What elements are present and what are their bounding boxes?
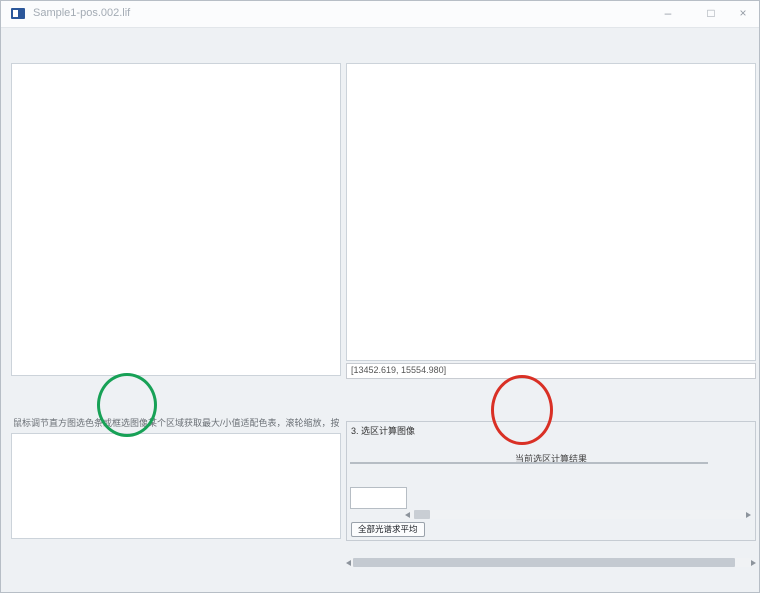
maximize-button[interactable]: □ <box>702 5 720 23</box>
heatmap-panel <box>11 63 341 376</box>
decay-panel <box>346 63 756 361</box>
bottom-scrollbar[interactable] <box>346 557 756 568</box>
scrollbar-thumb[interactable] <box>414 510 430 519</box>
average-all-spectra-button[interactable]: 全部光谱求平均 <box>351 522 425 537</box>
title-bar: Sample1-pos.002.lif – □ × <box>1 1 759 28</box>
app-icon <box>11 8 25 19</box>
scrollbar-thumb[interactable] <box>353 558 735 567</box>
scrollbar-track[interactable] <box>410 510 746 519</box>
scrollbar-track[interactable] <box>351 558 751 567</box>
section-label: 3. 选区计算图像 <box>351 424 415 437</box>
application-window: Sample1-pos.002.lif – □ × [13452.619, 15… <box>0 0 760 593</box>
table-scrollbar[interactable] <box>405 509 751 520</box>
histogram-panel <box>11 433 341 539</box>
minimize-button[interactable]: – <box>659 5 677 23</box>
cursor-coordinates: [13452.619, 15554.980] <box>346 363 756 379</box>
close-button[interactable]: × <box>734 5 752 23</box>
scroll-right-arrow[interactable] <box>746 512 751 518</box>
scroll-right-arrow[interactable] <box>751 560 756 566</box>
result-table-empty-row <box>350 487 407 509</box>
result-table <box>350 462 708 464</box>
window-title: Sample1-pos.002.lif <box>33 7 130 19</box>
toolbar-hint-text: 鼠标调节直方图选色条或框选图像某个区域获取最大/小值适配色表，滚轮缩放，按住右键… <box>13 416 339 429</box>
